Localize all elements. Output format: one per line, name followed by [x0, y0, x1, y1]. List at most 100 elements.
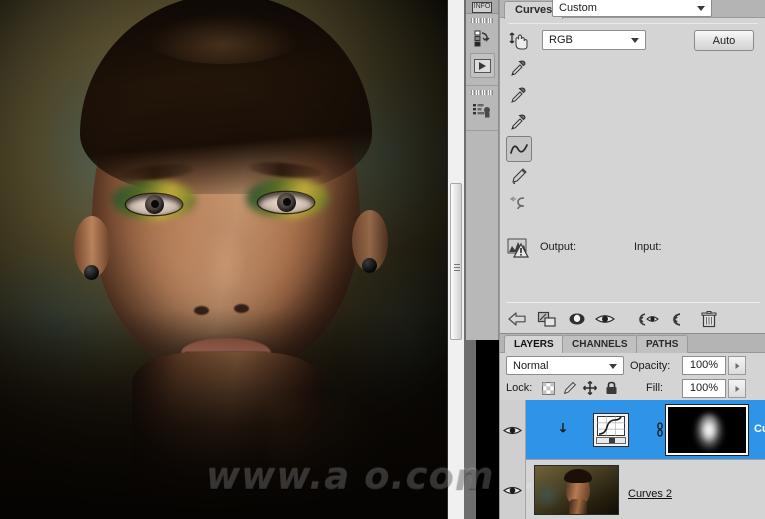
eye-icon — [595, 315, 615, 323]
thumbnail-background — [537, 480, 563, 510]
dock-drag-grip-2[interactable] — [471, 90, 493, 95]
dock-drag-grip[interactable] — [471, 18, 493, 23]
lock-row: Lock: Fill: 100% — [500, 377, 765, 399]
histogram-warning-button[interactable] — [506, 236, 532, 260]
targeted-adjustment-tool[interactable] — [506, 28, 532, 54]
opacity-stepper[interactable] — [728, 356, 746, 375]
opacity-input[interactable]: 100% — [682, 356, 726, 375]
fill-stepper[interactable] — [728, 379, 746, 398]
layer-visibility-toggle[interactable] — [500, 460, 526, 519]
mask-link-icon[interactable] — [656, 422, 664, 438]
reset-adjustment-button[interactable] — [668, 309, 690, 329]
tab-paths[interactable]: PATHS — [636, 335, 689, 353]
adjustments-icon — [473, 103, 490, 117]
eye-icon — [503, 486, 522, 494]
pencil-draw-tool[interactable] — [506, 163, 532, 189]
play-icon — [473, 58, 491, 73]
layer-name: Cur — [754, 423, 765, 435]
layer-mask-thumbnail[interactable] — [665, 404, 749, 456]
photo-bottom-shadow — [0, 309, 447, 519]
lock-image-pixels-button[interactable] — [561, 380, 577, 396]
layer-row[interactable]: o.com Curves 2 — [500, 458, 765, 519]
lock-all-button[interactable] — [603, 380, 619, 396]
fill-label: Fill: — [646, 382, 664, 394]
smooth-curve-icon — [509, 196, 525, 210]
lock-transparent-pixels-button[interactable] — [540, 380, 556, 396]
preview-previous-state-button[interactable] — [638, 309, 660, 329]
curves-preset-value: Custom — [559, 2, 597, 14]
brush-icon — [563, 381, 576, 395]
pencil-icon — [512, 168, 527, 185]
tab-layers[interactable]: LAYERS — [504, 335, 564, 353]
opacity-label: Opacity: — [630, 360, 671, 372]
trash-icon — [701, 310, 717, 327]
photoshop-window: www.a o.com INFO — [0, 0, 765, 519]
fill-input[interactable]: 100% — [682, 379, 726, 398]
curves-channel-row: RGB Auto — [542, 30, 760, 52]
dock-group-history — [466, 14, 498, 86]
layer-visibility-toggle[interactable] — [500, 400, 526, 460]
output-label: Output: — [540, 241, 577, 253]
hand-arrow-icon — [509, 32, 528, 50]
layer-link-icon[interactable] — [556, 422, 570, 438]
image-canvas[interactable] — [0, 0, 447, 519]
eye-back-icon — [639, 312, 659, 326]
delete-adjustment-layer-button[interactable] — [698, 309, 720, 329]
thumbnail-slider — [596, 437, 626, 444]
layer-row[interactable]: Cur — [500, 400, 765, 460]
curve-icon — [510, 144, 528, 154]
input-label: Input: — [634, 241, 662, 253]
white-point-eyedropper[interactable] — [506, 109, 532, 135]
canvas-vertical-scrollbar[interactable] — [447, 0, 464, 519]
layer-thumbnail[interactable] — [534, 465, 619, 515]
adjustments-panel-button[interactable] — [470, 98, 495, 123]
histogram-warning-icon — [507, 238, 530, 258]
reset-icon — [673, 312, 681, 326]
eyedropper-icon — [511, 87, 526, 103]
adjustments-curves-panel: Curves Custom RGB Auto Output: Input: — [499, 0, 765, 333]
eye-icon — [503, 426, 522, 434]
layer-list[interactable]: Cur o.com Curves 2 — [500, 400, 765, 519]
clip-to-layer-icon — [537, 311, 556, 327]
dock-top-partial-icon[interactable]: INFO — [466, 0, 498, 14]
scrollbar-thumb[interactable] — [450, 183, 462, 340]
thumbnail-hair — [564, 469, 592, 483]
dock-group-adjustments — [466, 86, 498, 131]
black-point-eyedropper[interactable] — [506, 55, 532, 81]
curves-tab-bar: Curves Custom — [500, 0, 765, 19]
chevron-down-icon — [697, 6, 705, 11]
chevron-right-icon — [735, 385, 739, 392]
clip-to-layer-button[interactable] — [536, 309, 558, 329]
layer-name: Curves 2 — [628, 488, 673, 500]
panel-icon-dock[interactable]: INFO — [466, 0, 499, 340]
toggle-visibility-button[interactable] — [594, 309, 616, 329]
channel-value: RGB — [549, 34, 573, 46]
back-arrow-icon — [508, 312, 526, 326]
mask-face-highlight — [701, 423, 717, 443]
blend-mode-dropdown[interactable]: Normal — [506, 356, 624, 375]
lock-label: Lock: — [506, 382, 533, 394]
adjustments-footer-icons — [500, 306, 765, 332]
play-action-button[interactable] — [469, 53, 495, 78]
curves-thumbnail-icon — [597, 416, 625, 436]
tab-channels[interactable]: CHANNELS — [562, 335, 638, 353]
channel-dropdown[interactable]: RGB — [542, 30, 646, 50]
lock-position-button[interactable] — [582, 380, 598, 396]
return-to-adjustment-list[interactable] — [506, 309, 528, 329]
scrollbar-grip-icon — [454, 264, 460, 271]
chevron-right-icon — [735, 362, 739, 369]
gray-point-eyedropper[interactable] — [506, 82, 532, 108]
thumbnail-slider-knob — [609, 438, 615, 443]
curves-tool-column — [506, 28, 536, 217]
chevron-down-icon — [609, 364, 617, 369]
eyedropper-icon — [511, 114, 526, 130]
clip-arrow-icon — [559, 423, 567, 433]
history-panel-button[interactable] — [470, 26, 495, 51]
toggle-layer-mask-button[interactable] — [566, 309, 588, 329]
curves-io-row: Output: Input: — [506, 236, 760, 262]
curves-preset-dropdown[interactable]: Custom — [552, 0, 712, 17]
auto-button[interactable]: Auto — [694, 30, 754, 51]
smooth-curve-tool[interactable] — [506, 190, 532, 216]
adjustment-layer-thumbnail[interactable] — [593, 413, 629, 447]
curve-point-tool[interactable] — [506, 136, 532, 162]
